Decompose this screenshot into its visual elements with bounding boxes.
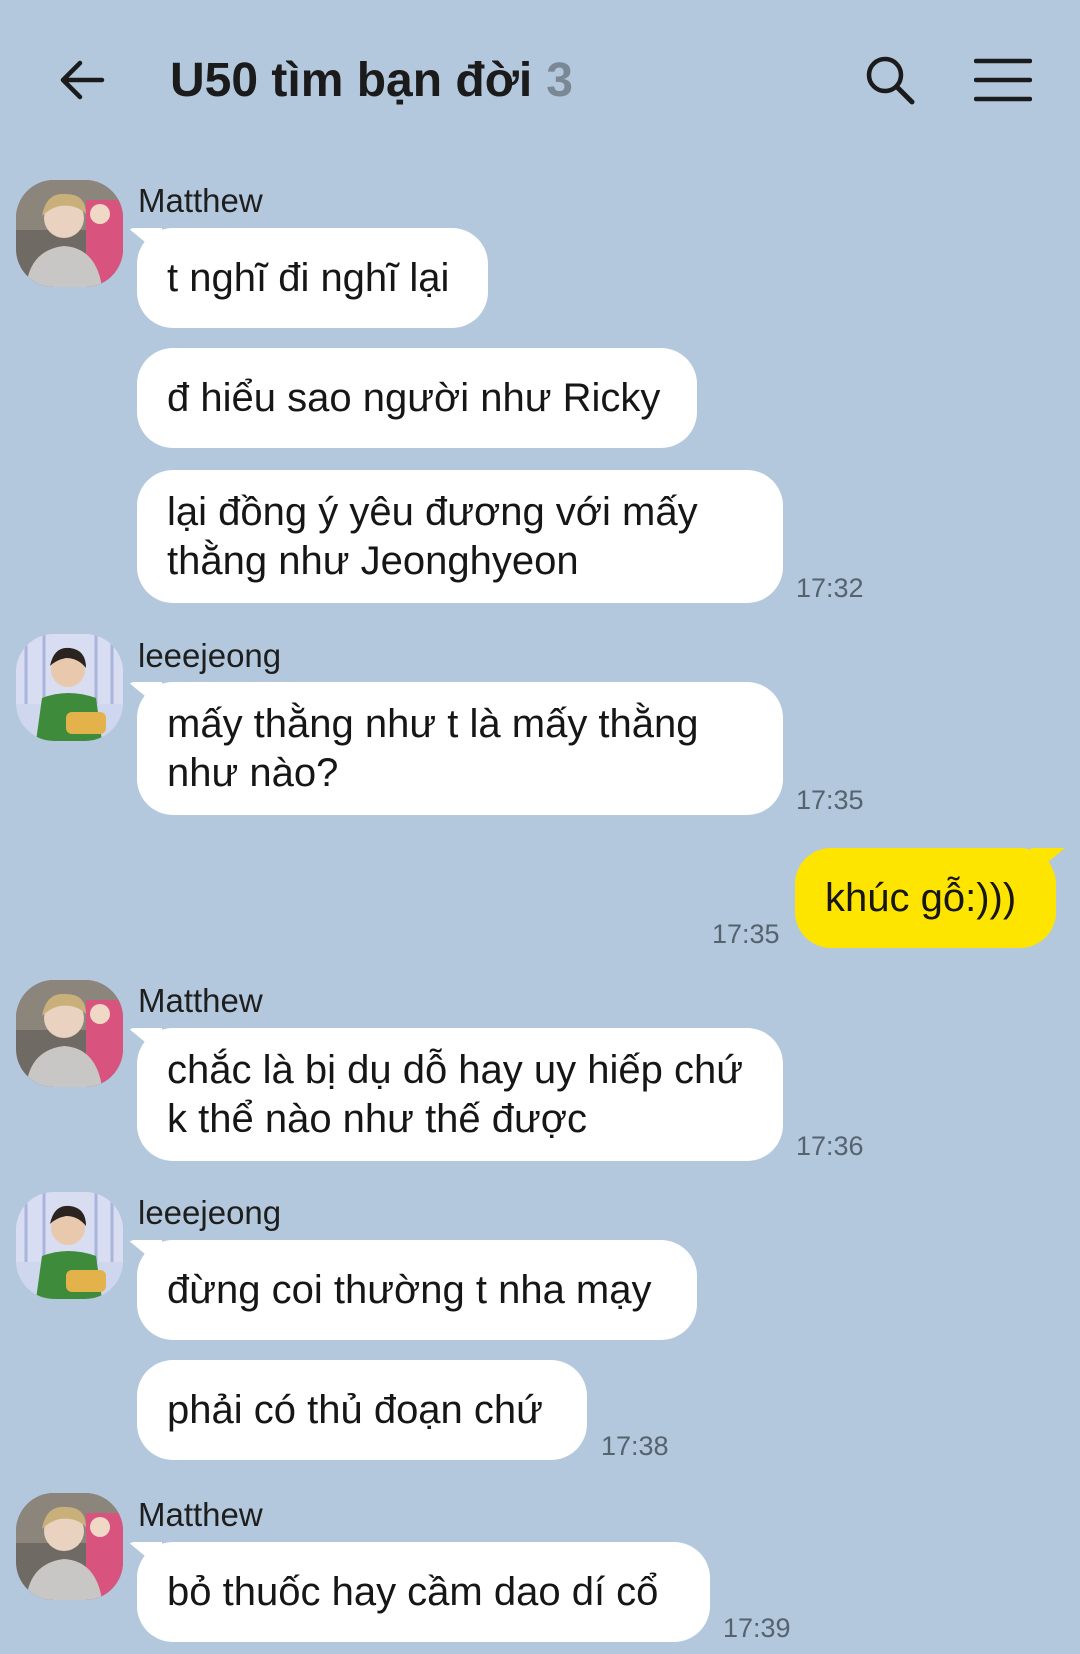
message-bubble[interactable]: mấy thằng như t là mấy thằng như nào? [137, 682, 783, 815]
message-bubble[interactable]: bỏ thuốc hay cầm dao dí cổ [137, 1542, 710, 1642]
message-text: chắc là bị dụ dỗ hay uy hiếp chứ k thể n… [167, 1047, 744, 1141]
message-text: đừng coi thường t nha mạy [167, 1267, 652, 1312]
message-bubble[interactable]: đ hiểu sao người như Ricky [137, 348, 697, 448]
sender-name: leeejeong [138, 637, 282, 674]
message-text: phải có thủ đoạn chứ [167, 1387, 543, 1432]
back-button[interactable] [50, 48, 114, 112]
avatar-matthew[interactable] [16, 980, 123, 1087]
message-timestamp: 17:35 [712, 919, 780, 949]
message-bubble[interactable]: lại đồng ý yêu đương với mấy thằng như J… [137, 470, 783, 603]
message-text: lại đồng ý yêu đương với mấy thằng như J… [167, 489, 698, 583]
message-bubble[interactable]: phải có thủ đoạn chứ [137, 1360, 587, 1460]
chat-header: U50 tìm bạn đời 3 [0, 0, 1080, 160]
message-text: đ hiểu sao người như Ricky [167, 375, 661, 420]
message-timestamp: 17:35 [796, 785, 864, 815]
message-timestamp: 17:32 [796, 573, 864, 603]
message-bubble[interactable]: t nghĩ đi nghĩ lại [137, 228, 488, 328]
sender-name: Matthew [138, 982, 263, 1019]
message-text: khúc gỗ:))) [825, 875, 1017, 920]
avatar-leeejeong[interactable] [16, 634, 123, 741]
message-text: t nghĩ đi nghĩ lại [167, 255, 450, 300]
leeejeong-avatar-icon [16, 634, 123, 741]
sender-name: leeejeong [138, 1194, 282, 1231]
matthew-avatar-icon [16, 180, 123, 287]
message-timestamp: 17:36 [796, 1131, 864, 1161]
avatar-leeejeong[interactable] [16, 1192, 123, 1299]
search-icon [866, 56, 915, 105]
message-timestamp: 17:38 [601, 1431, 669, 1461]
my-message-bubble[interactable]: khúc gỗ:))) [795, 848, 1056, 948]
arrow-left-icon [60, 60, 105, 100]
menu-button[interactable] [968, 48, 1038, 112]
sender-name: Matthew [138, 182, 263, 219]
chat-title: U50 tìm bạn đời [170, 53, 533, 107]
avatar-matthew[interactable] [16, 1493, 123, 1600]
search-button[interactable] [858, 48, 922, 112]
matthew-avatar-icon [16, 1493, 123, 1600]
message-timestamp: 17:39 [723, 1613, 791, 1643]
sender-name: Matthew [138, 1496, 263, 1533]
message-bubble[interactable]: chắc là bị dụ dỗ hay uy hiếp chứ k thể n… [137, 1028, 783, 1161]
message-text: mấy thằng như t là mấy thằng như nào? [167, 701, 699, 795]
leeejeong-avatar-icon [16, 1192, 123, 1299]
matthew-avatar-icon [16, 980, 123, 1087]
member-count: 3 [546, 53, 573, 107]
message-bubble[interactable]: đừng coi thường t nha mạy [137, 1240, 697, 1340]
avatar-matthew[interactable] [16, 180, 123, 287]
hamburger-menu-icon [974, 58, 1032, 102]
chat-title-area[interactable]: U50 tìm bạn đời 3 [170, 48, 573, 112]
message-text: bỏ thuốc hay cầm dao dí cổ [167, 1569, 659, 1614]
